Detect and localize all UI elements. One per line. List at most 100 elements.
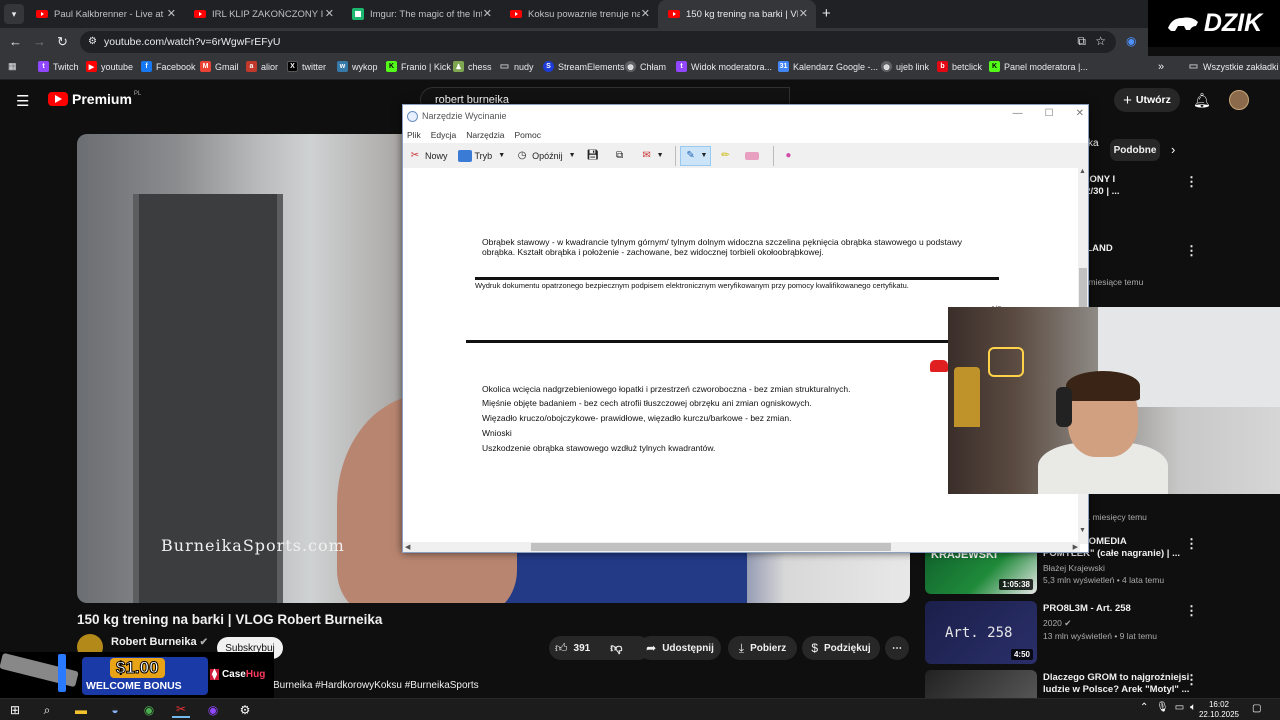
related-video[interactable]: Dlaczego GROM to najgroźniejsi ludzie w … xyxy=(1043,672,1243,696)
close-tab-icon[interactable]: ✕ xyxy=(325,7,334,20)
menu-icon[interactable]: ☰ xyxy=(16,92,29,110)
settings-icon[interactable]: ⚙ xyxy=(236,702,254,718)
minimize-icon[interactable]: — xyxy=(1013,108,1023,119)
bookmark-chlam[interactable]: ◍ Chłam xyxy=(625,61,666,72)
bookmark-gmail[interactable]: M Gmail xyxy=(200,61,239,72)
close-tab-icon[interactable]: ✕ xyxy=(167,7,176,20)
browser-tab[interactable]: Imgur: The magic of the Interne ✕ xyxy=(342,0,500,28)
copy-button[interactable]: ⧉ xyxy=(610,146,633,166)
account-avatar[interactable] xyxy=(1229,90,1249,110)
reload-icon[interactable]: ↻ xyxy=(57,34,68,50)
extension-icon[interactable]: ◉ xyxy=(1126,34,1136,48)
taskbar-clock[interactable]: 16:02 22.10.2025 xyxy=(1196,700,1242,720)
like-count[interactable]: 391 xyxy=(574,643,591,654)
snipping-tool-titlebar[interactable]: Narzędzie Wycinanie — ☐ ✕ xyxy=(403,105,1088,127)
site-info-icon[interactable]: ⚙ xyxy=(88,36,97,47)
horizontal-scroll-thumb[interactable] xyxy=(531,543,891,551)
bookmark-mod-panel[interactable]: K Panel moderatora |... xyxy=(989,61,1088,72)
menu-file[interactable]: Plik xyxy=(407,130,421,140)
close-tab-icon[interactable]: ✕ xyxy=(483,7,492,20)
menu-help[interactable]: Pomoc xyxy=(515,130,541,140)
bookmark-folder-nudy[interactable]: ▭ nudy xyxy=(499,61,534,72)
bookmark-alior[interactable]: a alior xyxy=(246,61,278,72)
scroll-left-icon[interactable]: ◀ xyxy=(405,543,410,551)
more-bookmarks-icon[interactable]: » xyxy=(1158,61,1164,73)
bookmark-google-calendar[interactable]: 31 Kalendarz Google -... xyxy=(778,61,878,72)
related-thumbnail[interactable]: Art. 258 4:50 xyxy=(925,601,1037,664)
browser-tab[interactable]: Paul Kalkbrenner - Live at Tomo ✕ xyxy=(26,0,184,28)
maximize-icon[interactable]: ☐ xyxy=(1045,108,1054,119)
tray-overflow-icon[interactable]: ⌃ xyxy=(1140,702,1148,713)
more-options-icon[interactable]: ⋮ xyxy=(1185,603,1198,619)
forward-icon[interactable]: → xyxy=(33,34,46,49)
related-thumbnail[interactable] xyxy=(925,670,1037,698)
notifications-bell-icon[interactable]: 🔔︎ xyxy=(1193,92,1211,109)
bookmark-ujeb-link[interactable]: ◍ ujeb link xyxy=(881,61,929,72)
channel-name[interactable]: Robert Burneika ✔ xyxy=(111,636,208,648)
notifications-icon[interactable]: ▢ xyxy=(1252,703,1261,714)
bookmark-star-icon[interactable]: ☆ xyxy=(1095,34,1106,48)
more-options-icon[interactable]: ⋮ xyxy=(1185,174,1198,190)
browser-tab[interactable]: Koksu powaznie trenuje na wał ✕ xyxy=(500,0,658,28)
pen-button[interactable]: ✎ ▼ xyxy=(679,145,712,166)
horizontal-scrollbar[interactable]: ◀ ▶ xyxy=(403,542,1080,552)
bookmark-chess[interactable]: ♟ chess xyxy=(453,61,492,72)
eraser-button[interactable] xyxy=(742,146,765,166)
youtube-logo[interactable]: Premium PL xyxy=(48,91,141,107)
scroll-right-icon[interactable]: ▶ xyxy=(1073,543,1078,551)
scroll-down-icon[interactable]: ▼ xyxy=(1079,527,1086,534)
share-button[interactable]: ➦ Udostępnij xyxy=(639,636,721,660)
tab-search-icon[interactable]: ▾ xyxy=(4,4,24,24)
more-options-icon[interactable]: ⋮ xyxy=(1185,672,1198,688)
install-app-icon[interactable]: ⧉ xyxy=(1077,34,1086,49)
menu-tools[interactable]: Narzędzia xyxy=(466,130,504,140)
new-snip-button[interactable]: ✂ Nowy xyxy=(405,146,451,166)
mode-button[interactable]: Tryb ▼ xyxy=(455,146,509,166)
related-video[interactable]: PRO8L3M - Art. 258 2020 ✔ 13 mln wyświet… xyxy=(1043,603,1243,641)
search-icon[interactable]: ⌕ xyxy=(38,702,56,718)
back-icon[interactable]: ← xyxy=(9,34,22,49)
close-tab-icon[interactable]: ✕ xyxy=(799,7,808,20)
vertical-scroll-thumb[interactable] xyxy=(1079,268,1087,308)
paint3d-button[interactable]: ● xyxy=(778,146,801,166)
bookmark-facebook[interactable]: f Facebook xyxy=(141,61,196,72)
browser-tab-active[interactable]: 150 kg trening na barki | VLOG ✕ xyxy=(658,0,816,28)
all-bookmarks-folder[interactable]: ▭ Wszystkie zakładki xyxy=(1188,61,1279,72)
microphone-icon[interactable]: 🎙︎ xyxy=(1156,702,1169,713)
highlighter-button[interactable]: ✏ xyxy=(715,146,738,166)
close-tab-icon[interactable]: ✕ xyxy=(641,7,650,20)
thanks-button[interactable]: $ Podziękuj xyxy=(802,636,880,660)
more-options-icon[interactable]: ⋮ xyxy=(1185,243,1198,259)
more-options-icon[interactable]: ⋮ xyxy=(1185,536,1198,552)
download-button[interactable]: ⤓ Pobierz xyxy=(728,636,797,660)
address-bar[interactable]: ⚙ youtube.com/watch?v=6rWgwFrEFyU ⧉ ☆ xyxy=(80,31,1116,53)
taskbar-app-icon[interactable]: ◒ xyxy=(106,702,124,718)
chrome-icon[interactable]: ◉ xyxy=(140,702,158,718)
bookmark-twitter[interactable]: Xtwitter xyxy=(287,61,326,72)
bookmark-wykop[interactable]: w wykop xyxy=(337,61,378,72)
like-icon[interactable]: 👍︎ xyxy=(555,641,568,656)
apps-grid-icon[interactable]: ▦ xyxy=(8,61,17,72)
menu-edit[interactable]: Edycja xyxy=(431,130,457,140)
file-explorer-icon[interactable]: ▬ xyxy=(72,702,90,718)
bookmark-youtube[interactable]: ▶ youtube xyxy=(86,61,133,72)
chrome-profile-icon[interactable]: ◉ xyxy=(204,702,222,718)
chip-similar[interactable]: Podobne xyxy=(1110,139,1160,161)
new-tab-button[interactable]: + xyxy=(822,5,831,22)
network-icon[interactable]: ▭ xyxy=(1175,702,1184,713)
bookmark-kick[interactable]: K Franio | Kick xyxy=(386,61,451,72)
bookmark-mod-view[interactable]: t Widok moderatora... xyxy=(676,61,772,72)
send-button[interactable]: ✉ ▼ xyxy=(637,146,667,166)
chevron-right-icon[interactable]: › xyxy=(1171,142,1175,157)
delay-button[interactable]: ◷ Opóźnij ▼ xyxy=(512,146,578,166)
create-button[interactable]: + Utwórz xyxy=(1114,88,1180,112)
description-tags[interactable]: Burneika #HardkorowyKoksu #BurneikaSport… xyxy=(273,680,479,691)
browser-tab[interactable]: IRL KLIP ZAKOŃCZONY I JEDZI ✕ xyxy=(184,0,342,28)
windows-start-icon[interactable]: ⊞ xyxy=(6,702,24,718)
close-icon[interactable]: ✕ xyxy=(1076,108,1084,119)
bookmark-twitch[interactable]: t Twitch xyxy=(38,61,79,72)
bookmark-streamelements[interactable]: S StreamElements xyxy=(543,61,625,72)
dislike-icon[interactable]: 👎︎ xyxy=(610,641,622,656)
save-button[interactable]: 💾︎ xyxy=(583,146,606,166)
snipping-tool-taskbar-icon[interactable]: ✂ xyxy=(172,702,190,718)
